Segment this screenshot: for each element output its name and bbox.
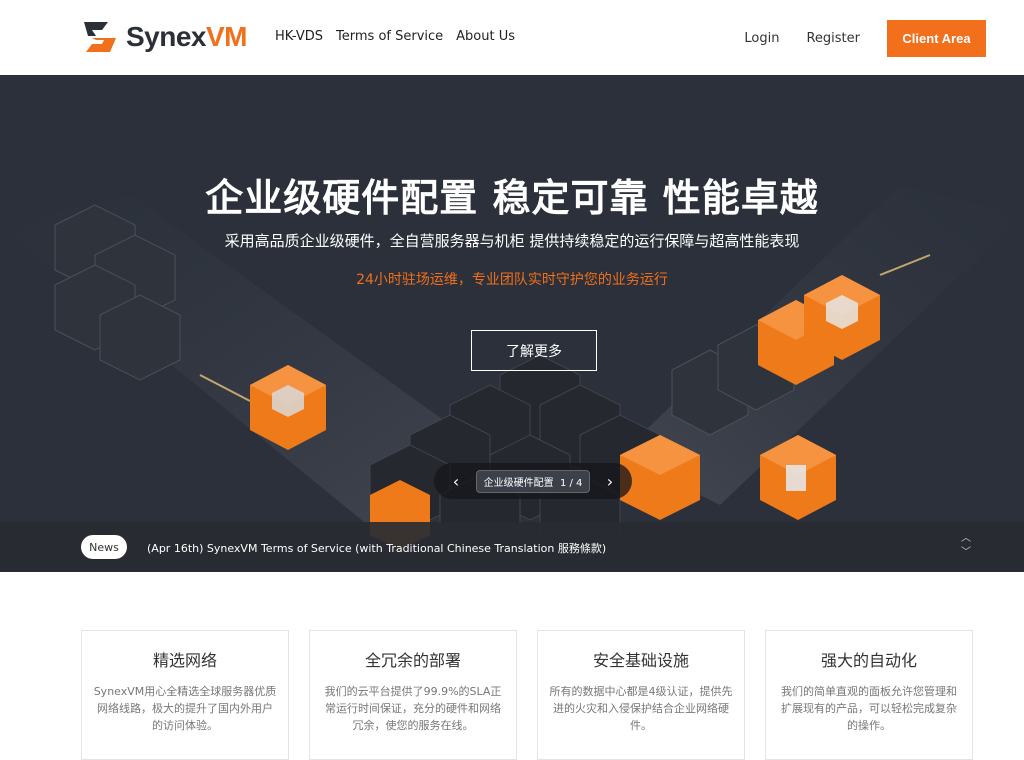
feature-title: 安全基础设施 [592,651,689,670]
hero-title: 企业级硬件配置 稳定可靠 性能卓越 [205,176,819,220]
slider-controls: ‹ 企业级硬件配置 1 / 4 › [434,463,632,499]
nav-hk-vds[interactable]: HK-VDS [275,29,323,44]
chevron-down-icon[interactable]: ﹀ [961,546,971,560]
feature-card: 精选网络 SynexVM用心全精选全球服务器优质网络线路，极大的提升了国内外用户… [81,630,289,760]
main-nav: HK-VDS Terms of Service About Us [275,29,515,44]
slide-counter: 1 / 4 [559,477,583,489]
slide-indicator: 企业级硬件配置 1 / 4 [475,469,591,493]
feature-cards: 精选网络 SynexVM用心全精选全球服务器优质网络线路，极大的提升了国内外用户… [81,630,989,760]
feature-card: 强大的自动化 我们的简单直观的面板允许您管理和扩展现有的产品，可以轻松完成复杂的… [765,630,973,760]
feature-title: 精选网络 [152,651,217,670]
news-badge: News [81,535,127,559]
chevron-right-icon[interactable]: › [602,472,618,491]
chevron-up-icon[interactable]: ︿ [961,532,971,546]
feature-title: 强大的自动化 [820,651,917,670]
learn-more-button[interactable]: 了解更多 [471,330,597,371]
client-area-button[interactable]: Client Area [887,20,986,57]
feature-description: 我们的云平台提供了99.9%的SLA正常运行时间保证，充分的硬件和网络冗余，使您… [324,685,502,732]
feature-title: 全冗余的部署 [364,651,461,670]
slide-label: 企业级硬件配置 [483,477,554,489]
logo-text: SynexVM [126,21,248,52]
logo[interactable]: SynexVM [82,18,248,56]
news-headline[interactable]: (Apr 16th) SynexVM Terms of Service (wit… [147,540,606,556]
synexvm-logo-icon [84,22,116,52]
account-nav: Login Register Client Area [744,20,986,57]
feature-description: 所有的数据中心都是4级认证，提供先进的火灾和入侵保护结合企业网络硬件。 [549,685,733,732]
feature-description: SynexVM用心全精选全球服务器优质网络线路，极大的提升了国内外用户的访问体验… [93,685,277,732]
login-link[interactable]: Login [744,31,779,46]
chevron-left-icon[interactable]: ‹ [448,472,464,491]
hero-banner: 企业级硬件配置 稳定可靠 性能卓越 采用高品质企业级硬件，全自营服务器与机柜 提… [0,75,1024,572]
feature-card: 安全基础设施 所有的数据中心都是4级认证，提供先进的火灾和入侵保护结合企业网络硬… [537,630,745,760]
nav-terms-of-service[interactable]: Terms of Service [336,29,443,44]
nav-about-us[interactable]: About Us [456,29,515,44]
hero-highlight: 24小时驻场运维，专业团队实时守护您的业务运行 [356,272,668,288]
feature-description: 我们的简单直观的面板允许您管理和扩展现有的产品，可以轻松完成复杂的操作。 [781,685,957,732]
site-header: SynexVM HK-VDS Terms of Service About Us… [0,0,1024,75]
feature-card: 全冗余的部署 我们的云平台提供了99.9%的SLA正常运行时间保证，充分的硬件和… [309,630,517,760]
news-bar: News (Apr 16th) SynexVM Terms of Service… [0,522,1024,572]
register-link[interactable]: Register [806,31,860,46]
hero-subtitle: 采用高品质企业级硬件，全自营服务器与机柜 提供持续稳定的运行保障与超高性能表现 [224,232,800,250]
news-nav: ︿ ﹀ [961,532,971,560]
